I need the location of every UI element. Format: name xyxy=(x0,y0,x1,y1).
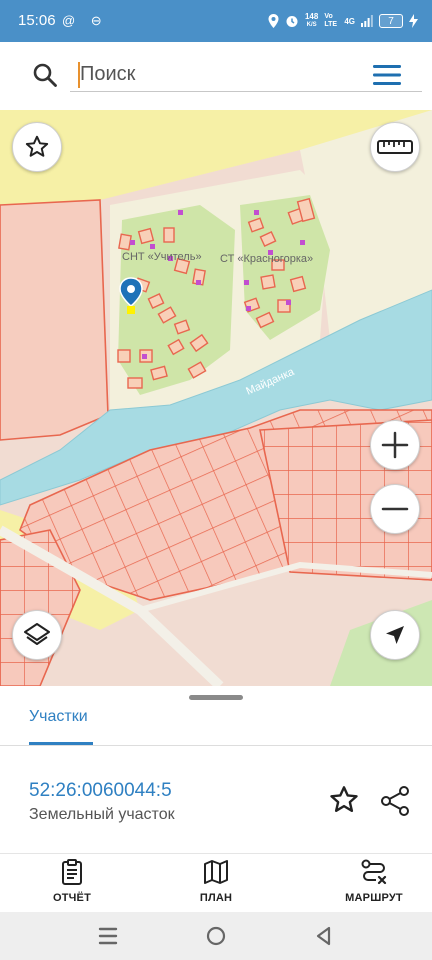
charging-icon xyxy=(409,14,418,28)
home-icon[interactable] xyxy=(204,925,228,947)
report-label: ОТЧЁТ xyxy=(52,892,92,904)
parcel-type: Земельный участок xyxy=(29,806,175,823)
share-icon[interactable] xyxy=(378,784,412,818)
speed-unit: K/S xyxy=(306,22,317,28)
map-view[interactable]: СНТ «Учитель» СТ «Красногорка» Майданка xyxy=(0,110,432,686)
parcel-large-left xyxy=(0,199,109,441)
selected-parcel[interactable] xyxy=(127,306,135,314)
my-location-button[interactable] xyxy=(370,610,420,660)
star-icon[interactable] xyxy=(328,784,360,816)
map-canvas[interactable]: СНТ «Учитель» СТ «Красногорка» Майданка xyxy=(0,110,432,686)
route-button[interactable]: МАРШРУТ xyxy=(319,858,429,910)
plan-button[interactable]: ПЛАН xyxy=(161,858,271,910)
pin-dot xyxy=(127,285,135,293)
recent-apps-icon[interactable] xyxy=(96,925,120,947)
system-nav-bar xyxy=(0,912,432,960)
navigation-arrow-icon xyxy=(386,626,404,644)
notification-icons: @ ⊖ xyxy=(62,13,108,28)
battery-indicator: 7 xyxy=(379,14,403,28)
label-st-krasnogorka: СТ «Красногорка» xyxy=(220,253,313,265)
zoom-out-button[interactable] xyxy=(370,484,420,534)
menu-icon[interactable] xyxy=(372,62,402,88)
label-snt-uchitel: СНТ «Учитель» xyxy=(122,251,202,263)
location-icon xyxy=(268,14,279,28)
sheet-divider xyxy=(0,745,432,746)
back-icon[interactable] xyxy=(312,925,336,947)
zoom-in-button[interactable] xyxy=(370,420,420,470)
route-icon xyxy=(361,859,387,885)
text-cursor xyxy=(78,62,80,88)
speed-value: 148 xyxy=(304,12,319,21)
ruler-button[interactable] xyxy=(370,122,420,172)
tab-uchastki[interactable]: Участки xyxy=(29,708,88,726)
report-button[interactable]: ОТЧЁТ xyxy=(17,858,127,910)
network-speed: 148 K/S xyxy=(305,12,318,30)
layers-button[interactable] xyxy=(12,610,62,660)
parcel-cadastral-number[interactable]: 52:26:0060044:5 xyxy=(29,780,172,802)
signal-icon xyxy=(361,15,373,27)
star-outline-icon xyxy=(25,135,49,157)
route-label: МАРШРУТ xyxy=(345,892,403,904)
network-4g: 4G xyxy=(344,16,355,26)
favorite-map-button[interactable] xyxy=(12,122,62,172)
clipboard-icon xyxy=(62,859,82,885)
alarm-icon xyxy=(286,16,298,27)
search-icon[interactable] xyxy=(32,62,58,88)
status-right-group: 148 K/S Vo LTE 4G 7 xyxy=(268,9,418,33)
minus-icon xyxy=(381,507,409,511)
network-volte: Vo LTE xyxy=(324,13,338,28)
actions-divider xyxy=(0,853,432,854)
map-icon xyxy=(204,860,228,884)
plus-icon xyxy=(381,431,409,459)
app-root: 15:06 @ ⊖ 148 K/S Vo LTE 4G 7 Поиск СНТ … xyxy=(0,0,432,960)
ruler-icon xyxy=(377,140,413,154)
status-bar: 15:06 @ ⊖ 148 K/S Vo LTE 4G 7 xyxy=(0,0,432,42)
plan-label: ПЛАН xyxy=(199,892,233,904)
sheet-drag-handle[interactable] xyxy=(189,695,243,700)
search-bar xyxy=(6,48,426,102)
layers-icon xyxy=(24,623,50,645)
search-input[interactable] xyxy=(70,58,422,92)
status-time: 15:06 xyxy=(18,12,56,29)
